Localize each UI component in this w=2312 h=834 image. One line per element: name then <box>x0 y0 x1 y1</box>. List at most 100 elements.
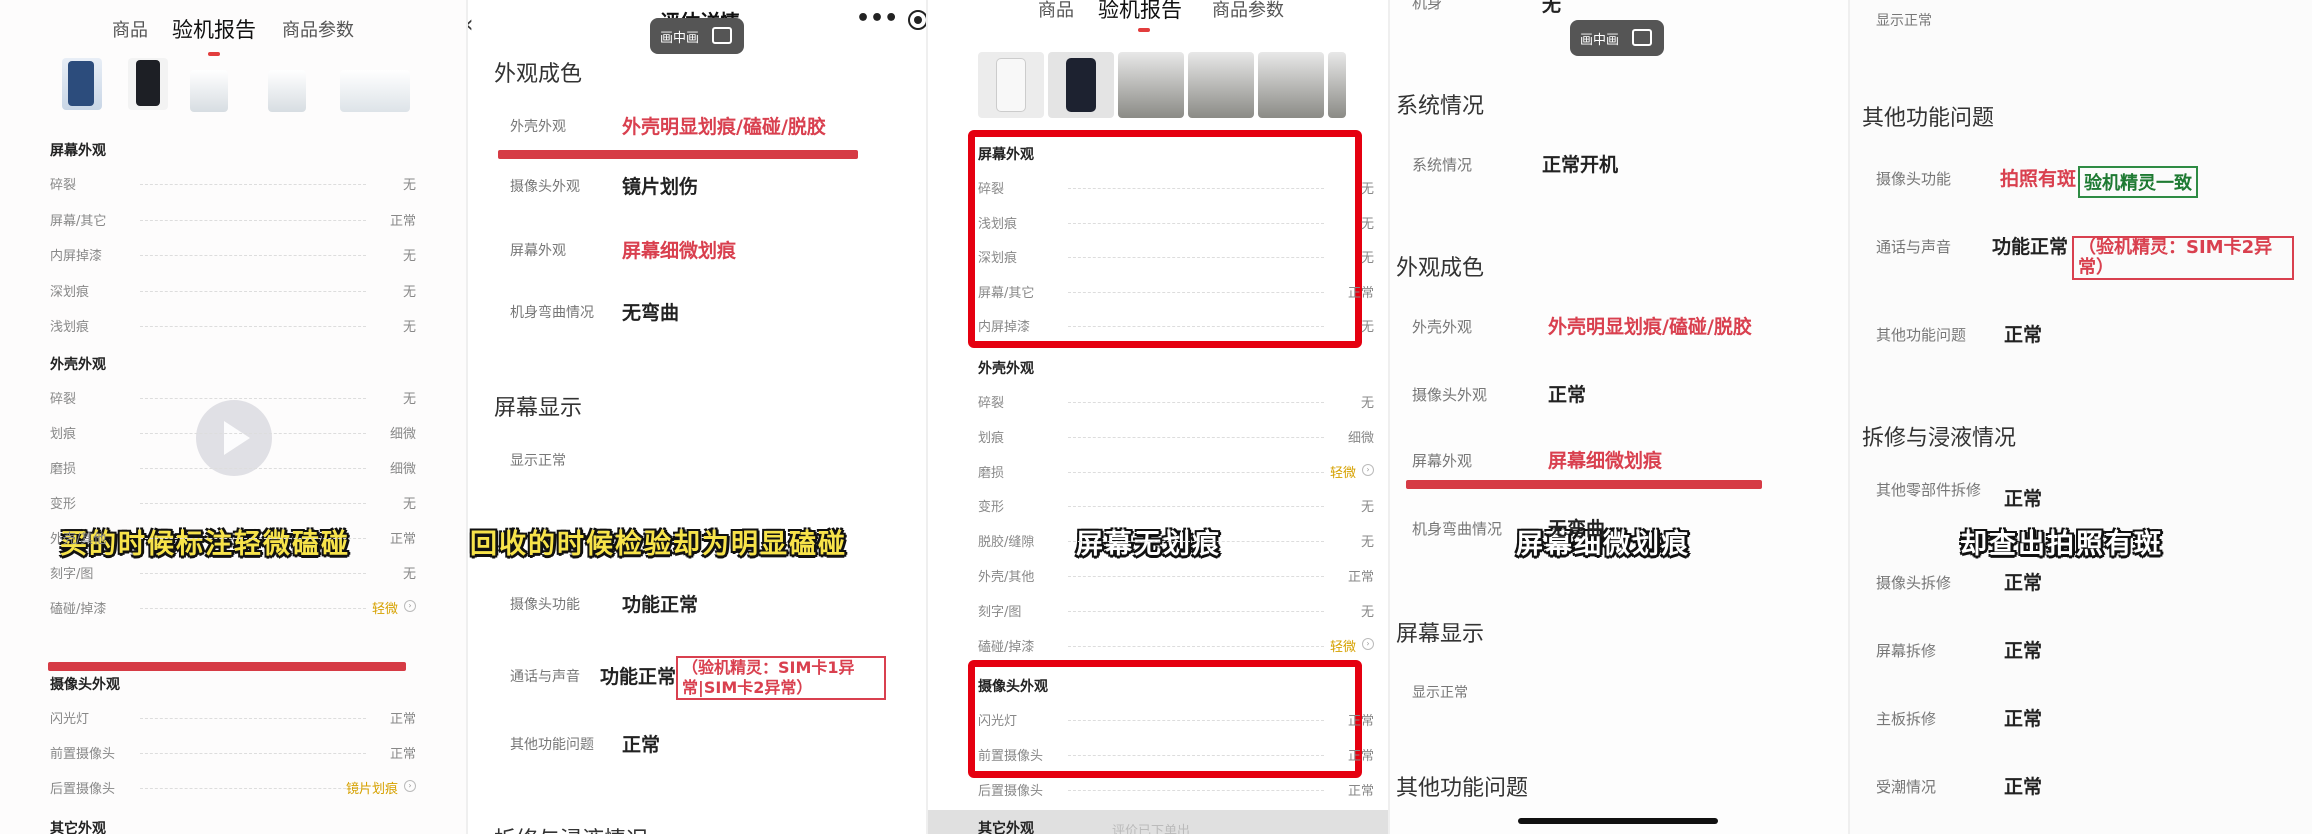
spec-value: 无 <box>1360 320 1374 335</box>
evaluation-row: 机身弯曲情况 无弯曲 <box>510 298 928 328</box>
section-repair-liquid: 拆修与浸液情况 <box>1862 426 2017 451</box>
spec-label: 前置摄像头 <box>978 749 1044 764</box>
highlight-underline <box>48 662 406 671</box>
tab-product[interactable]: 商品 <box>112 16 148 42</box>
spec-label: 屏幕/其它 <box>978 285 1035 301</box>
photo-thumb[interactable] <box>1048 52 1114 118</box>
spec-label: 磨损 <box>978 465 1005 481</box>
dotted-leader <box>1068 720 1324 721</box>
spec-row: 刻字/图 无 <box>50 563 416 585</box>
evaluation-row: 通话与声音 功能正常 <box>510 662 928 692</box>
spec-row: 划痕 细微 <box>978 427 1374 449</box>
evaluation-key: 摄像头拆修 <box>1876 574 1952 592</box>
photo-thumb[interactable] <box>340 70 410 112</box>
photo-thumb[interactable] <box>978 52 1044 118</box>
tab-product-params[interactable]: 商品参数 <box>1212 0 1284 22</box>
evaluation-row: 外壳外观 外壳明显划痕/磕碰/脱胶 <box>1412 312 1832 342</box>
section-camera-appearance: 摄像头外观 <box>50 677 120 693</box>
spec-label: 划痕 <box>50 427 77 442</box>
photo-thumb[interactable] <box>1188 52 1254 118</box>
home-indicator <box>1518 818 1718 824</box>
dotted-leader <box>1068 541 1324 543</box>
section-other-functions: 其他功能问题 <box>1862 106 1995 131</box>
photo-thumb[interactable] <box>1258 52 1324 118</box>
evaluation-row: 受潮情况 正常 <box>1876 772 2296 802</box>
photo-thumb[interactable] <box>1328 52 1346 118</box>
spec-row: 外壳/其他 正常 <box>978 566 1374 588</box>
photo-thumb[interactable] <box>190 70 228 112</box>
dotted-leader <box>140 219 366 221</box>
spec-label: 外壳/其他 <box>50 532 107 547</box>
spec-value: 无 <box>1360 216 1374 232</box>
evaluation-row: 主板拆修 正常 <box>1876 704 2296 734</box>
back-chevron-icon[interactable]: ‹ <box>468 10 474 38</box>
detail-chevron-icon[interactable]: › <box>1362 463 1374 476</box>
dotted-leader <box>1068 436 1324 438</box>
spec-value: 正常 <box>1347 749 1374 764</box>
detail-chevron-icon[interactable]: › <box>404 600 416 612</box>
evaluation-row: 其他零部件拆修 正常 <box>1876 481 2296 514</box>
detail-chevron-icon[interactable]: › <box>404 780 416 792</box>
evaluation-key: 机身弯曲情况 <box>510 305 594 321</box>
photo-thumb[interactable] <box>268 70 306 112</box>
detail-chevron-icon[interactable]: › <box>1362 637 1374 650</box>
spec-value: 无 <box>402 178 416 193</box>
spec-label: 浅划痕 <box>978 216 1018 232</box>
evaluation-row: 机身弯曲情况 无弯曲 <box>1412 514 1832 544</box>
spec-label: 后置摄像头 <box>978 784 1044 799</box>
spec-value: 轻微 <box>1329 465 1356 481</box>
spec-row: 碎裂 无 <box>978 178 1374 200</box>
spec-label: 脱胶/缝隙 <box>978 535 1035 551</box>
evaluation-row: 外壳外观 外壳明显划痕/磕碰/脱胶 <box>510 112 928 142</box>
spec-value: 镜片划痕 <box>345 782 398 797</box>
evaluation-value: 镜片划伤 <box>622 176 699 198</box>
bottom-hint: 评价已下单出 <box>1112 824 1191 834</box>
evaluation-key: 通话与声音 <box>1876 238 1952 256</box>
spec-row: 深划痕 无 <box>50 281 416 303</box>
spec-value: 正常 <box>1347 784 1374 799</box>
photo-thumb[interactable] <box>128 58 168 110</box>
spec-value: 细微 <box>1347 430 1374 446</box>
evaluation-key: 外壳外观 <box>1412 318 1473 336</box>
spec-value: 无 <box>402 497 416 512</box>
photo-thumb[interactable] <box>1118 52 1184 118</box>
evaluation-key: 外壳外观 <box>510 119 566 135</box>
tab-product-params[interactable]: 商品参数 <box>282 16 354 42</box>
picture-in-picture-button[interactable]: 画中画 <box>650 18 744 54</box>
spec-label: 深划痕 <box>978 251 1018 266</box>
photo-thumb[interactable] <box>62 58 102 110</box>
dotted-leader <box>1068 645 1324 647</box>
evaluation-row: 屏幕拆修 正常 <box>1876 636 2296 666</box>
highlight-underline <box>498 150 858 159</box>
picture-in-picture-button[interactable]: 画中画 <box>1570 20 1664 56</box>
dotted-leader <box>1068 402 1324 403</box>
dotted-leader <box>1068 326 1324 327</box>
spec-value: 无 <box>402 320 416 335</box>
evaluation-value: 功能正常 <box>600 666 677 688</box>
spec-label: 内屏掉漆 <box>978 320 1031 335</box>
spec-row: 碎裂 无 <box>978 392 1374 414</box>
spec-row: 深划痕 无 <box>978 247 1374 269</box>
section-shell-appearance: 外壳外观 <box>50 357 106 373</box>
evaluation-key: 主板拆修 <box>1876 710 1937 728</box>
tab-active-indicator <box>208 52 220 56</box>
tab-inspection-report[interactable]: 验机报告 <box>172 14 256 44</box>
evaluation-value: 外壳明显划痕/磕碰/脱胶 <box>622 116 826 138</box>
dotted-leader <box>1068 291 1324 293</box>
evaluation-value: 正常 <box>2004 776 2043 798</box>
evaluation-row: 摄像头功能 拍照有斑 <box>1876 164 2296 194</box>
spec-row: 碎裂 无 <box>50 174 416 196</box>
tab-inspection-report[interactable]: 验机报告 <box>1098 0 1182 24</box>
tab-product[interactable]: 商品 <box>1038 0 1074 22</box>
spec-label: 变形 <box>50 497 77 512</box>
spec-value: 正常 <box>389 747 416 762</box>
evaluation-value: 正常 <box>1548 384 1587 406</box>
section-screen-display: 屏幕显示 <box>1396 622 1485 647</box>
spec-value: 正常 <box>389 712 416 727</box>
spec-row: 内屏掉漆 无 <box>978 316 1374 338</box>
more-icon[interactable]: ••• <box>856 6 898 31</box>
evaluation-key: 机身弯曲情况 <box>1412 520 1503 538</box>
panel-recycle-evaluation-detail: 机身 无 画中画 系统情况 系统情况 正常开机 外观成色 屏幕显示 显示正常 其… <box>1390 0 1850 834</box>
spec-label: 内屏掉漆 <box>50 249 103 264</box>
record-icon[interactable] <box>908 10 928 30</box>
